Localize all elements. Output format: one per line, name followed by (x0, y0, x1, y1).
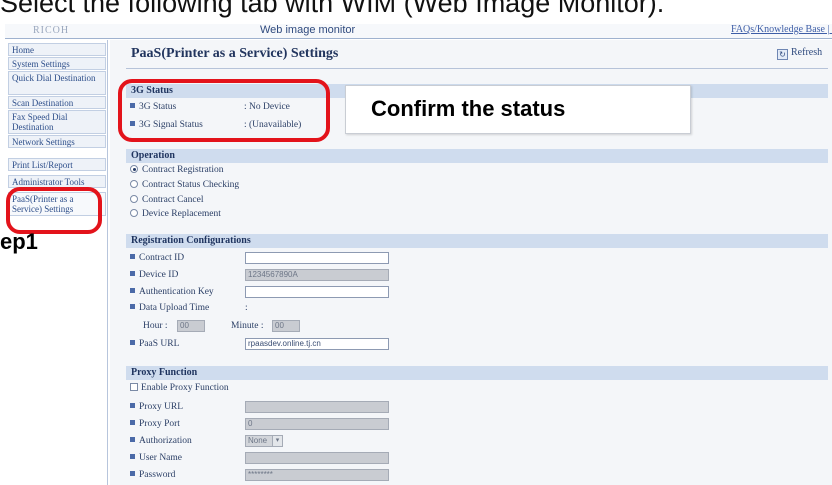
bullet-icon (130, 288, 135, 293)
page-title: PaaS(Printer as a Service) Settings (131, 46, 339, 61)
radio-device-replacement[interactable]: Device Replacement (130, 209, 221, 219)
title-divider (126, 68, 828, 69)
radio-contract-status-checking[interactable]: Contract Status Checking (130, 180, 239, 190)
password-label: Password (130, 470, 175, 480)
proxy-url-input[interactable] (245, 401, 389, 413)
enable-proxy-checkbox[interactable]: Enable Proxy Function (130, 383, 229, 393)
authorization-label: Authorization (130, 436, 192, 446)
auth-key-input[interactable] (245, 286, 389, 298)
section-header-registration: Registration Configurations (126, 234, 828, 248)
bullet-icon (130, 420, 135, 425)
bullet-icon (130, 304, 135, 309)
refresh-icon: ↻ (777, 49, 788, 60)
callout-text: Confirm the status (371, 96, 566, 121)
app-title: Web image monitor (260, 24, 356, 36)
callout-box: Confirm the status (345, 85, 691, 134)
auth-key-label: Authentication Key (130, 287, 214, 297)
radio-icon (130, 180, 138, 188)
checkbox-icon (130, 383, 138, 391)
proxy-port-input[interactable]: 0 (245, 418, 389, 430)
bullet-icon (130, 254, 135, 259)
refresh-label: Refresh (791, 47, 823, 58)
nav-item-scan-destination[interactable]: Scan Destination (8, 96, 106, 109)
device-id-label: Device ID (130, 270, 178, 280)
nav-item-system-settings[interactable]: System Settings (8, 57, 106, 70)
chevron-down-icon: ▾ (272, 436, 282, 446)
nav-item-home[interactable]: Home (8, 43, 106, 56)
bullet-icon (130, 271, 135, 276)
section-header-proxy: Proxy Function (126, 366, 828, 380)
proxy-port-label: Proxy Port (130, 419, 180, 429)
highlight-ring-paas-settings (6, 187, 102, 234)
step-label: ep1 (0, 229, 38, 254)
username-input[interactable] (245, 452, 389, 464)
highlight-ring-3g-status (118, 79, 330, 142)
minute-label: Minute : (231, 321, 264, 331)
hour-input[interactable]: 00 (177, 320, 205, 332)
bullet-icon (130, 437, 135, 442)
radio-icon (130, 209, 138, 217)
refresh-button[interactable]: ↻ Refresh (777, 47, 822, 60)
radio-contract-cancel[interactable]: Contract Cancel (130, 195, 203, 205)
upload-time-label: Data Upload Time (130, 303, 209, 313)
bullet-icon (130, 403, 135, 408)
nav-item-quick-dial-destination[interactable]: Quick Dial Destination (8, 71, 106, 95)
brand-logo: RICOH (33, 25, 70, 36)
nav-item-fax-speed-dial-destination[interactable]: Fax Speed Dial Destination (8, 110, 106, 134)
header-bar: RICOH Web image monitor FAQs/Knowledge B… (5, 24, 832, 39)
username-label: User Name (130, 453, 182, 463)
nav-item-network-settings[interactable]: Network Settings (8, 135, 106, 148)
contract-id-input[interactable] (245, 252, 389, 264)
nav-item-print-list-report[interactable]: Print List/Report (8, 158, 106, 171)
authorization-select[interactable]: None ▾ (245, 435, 283, 447)
faq-link[interactable]: FAQs/Knowledge Base | 1 (731, 24, 832, 35)
radio-selected-icon (130, 165, 138, 173)
paas-url-input[interactable]: rpaasdev.online.tj.cn (245, 338, 389, 350)
minute-input[interactable]: 00 (272, 320, 300, 332)
bullet-icon (130, 454, 135, 459)
hour-label: Hour : (143, 321, 168, 331)
contract-id-label: Contract ID (130, 253, 184, 263)
instruction-text: Select the following tab with WIM (Web I… (0, 0, 665, 18)
section-header-operation: Operation (126, 149, 828, 163)
upload-time-colon: : (245, 303, 248, 313)
password-input[interactable]: ******** (245, 469, 389, 481)
radio-icon (130, 195, 138, 203)
paas-url-label: PaaS URL (130, 339, 179, 349)
bullet-icon (130, 471, 135, 476)
proxy-url-label: Proxy URL (130, 402, 183, 412)
device-id-input[interactable]: 1234567890A (245, 269, 389, 281)
bullet-icon (130, 340, 135, 345)
sidebar-nav: Home System Settings Quick Dial Destinat… (5, 40, 108, 485)
radio-contract-registration[interactable]: Contract Registration (130, 165, 224, 175)
